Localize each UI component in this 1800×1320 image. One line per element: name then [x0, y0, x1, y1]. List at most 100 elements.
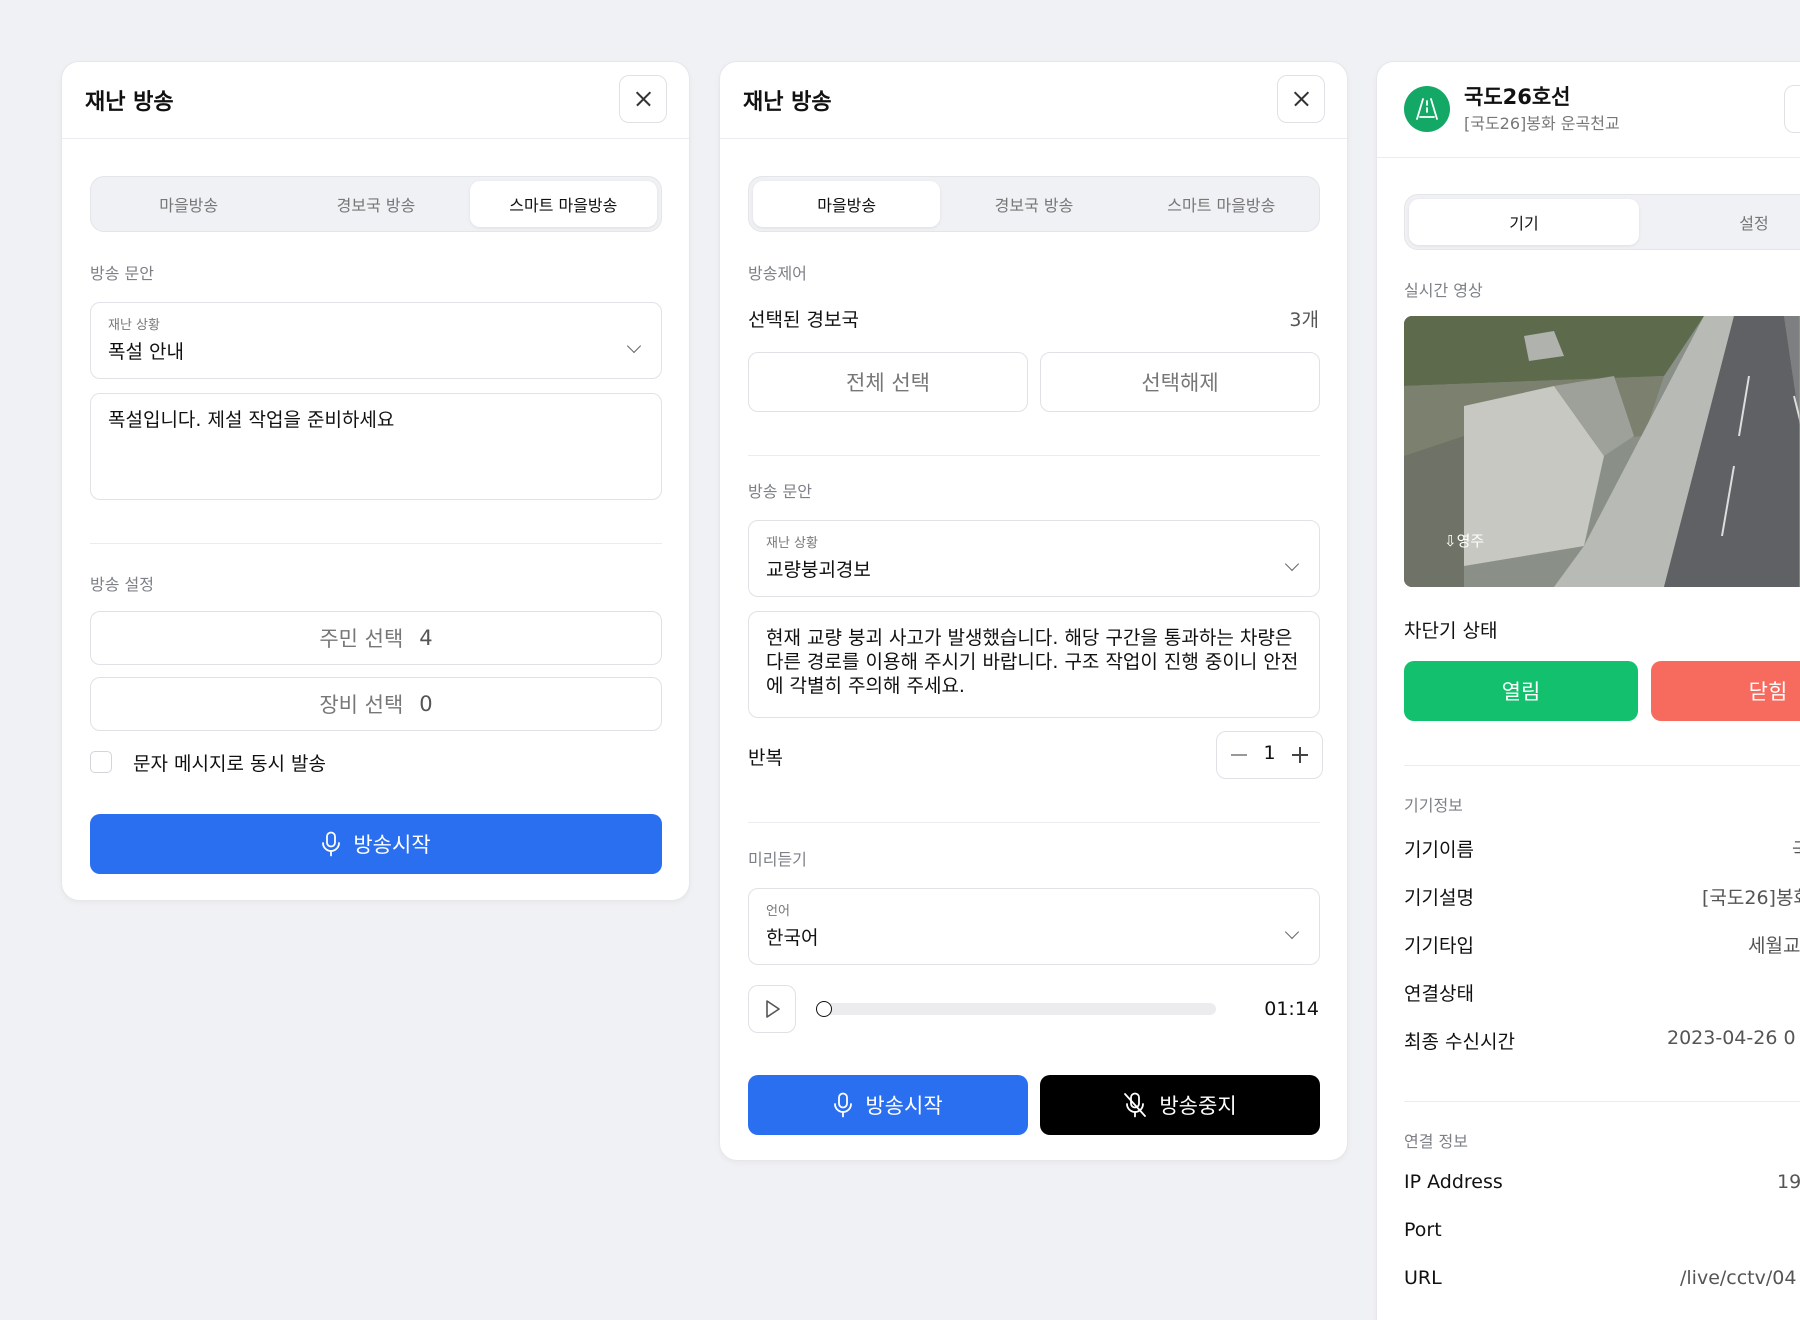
audio-duration: 01:14	[1264, 998, 1319, 1020]
tab-smart-village[interactable]: 스마트 마을방송	[1128, 181, 1315, 227]
language-select-label: 언어	[766, 904, 790, 919]
message-text: 현재 교량 붕괴 사고가 발생했습니다. 해당 구간을 통과하는 차량은 다른 …	[766, 627, 1299, 697]
resident-select-button[interactable]: 주민 선택 4	[90, 611, 662, 665]
stop-broadcast-label: 방송중지	[1159, 1094, 1237, 1118]
resident-select-label: 주민 선택	[319, 627, 404, 651]
panel-title: 재난 방송	[743, 90, 832, 115]
message-textarea[interactable]: 현재 교량 붕괴 사고가 발생했습니다. 해당 구간을 통과하는 차량은 다른 …	[748, 611, 1320, 718]
tab-smart-village[interactable]: 스마트 마을방송	[469, 181, 657, 227]
divider	[1404, 1101, 1800, 1102]
panel-header: 재난 방송	[62, 62, 689, 139]
ip-address-label: IP Address	[1404, 1171, 1503, 1193]
device-type-value: 세월교차	[1748, 935, 1800, 957]
ip-address-value: 192.1	[1777, 1171, 1800, 1193]
device-name-label: 기기이름	[1404, 839, 1474, 861]
broadcast-panel-smart: 재난 방송 마을방송 경보국 방송 스마트 마을방송 방송 문안 재난 상황 폭…	[61, 61, 690, 901]
section-label-settings: 방송 설정	[90, 575, 154, 594]
resident-count: 4	[419, 626, 433, 650]
device-type-label: 기기타입	[1404, 935, 1474, 957]
play-button[interactable]	[748, 985, 796, 1033]
start-broadcast-button[interactable]: 방송시작	[748, 1075, 1028, 1135]
divider	[748, 455, 1320, 456]
device-name-value: 국	[1792, 835, 1800, 862]
divider	[1404, 765, 1800, 766]
broadcast-panel-village: 재난 방송 마을방송 경보국 방송 스마트 마을방송 방송제어 선택된 경보국 …	[719, 61, 1348, 1161]
chevron-down-icon	[1284, 556, 1300, 572]
disaster-select-value: 폭설 안내	[108, 341, 184, 363]
disaster-select-label: 재난 상황	[766, 536, 818, 551]
device-tabs: 기기 설정	[1404, 194, 1800, 250]
tab-settings[interactable]: 설정	[1639, 199, 1800, 245]
repeat-label: 반복	[748, 747, 783, 769]
port-label: Port	[1404, 1219, 1442, 1241]
tab-village[interactable]: 마을방송	[753, 181, 941, 227]
disaster-select[interactable]: 재난 상황 교량붕괴경보	[748, 520, 1320, 597]
section-label-video: 실시간 영상	[1404, 281, 1483, 300]
panel-header: 재난 방송	[720, 62, 1347, 139]
tab-village[interactable]: 마을방송	[95, 181, 282, 227]
tab-alert-station[interactable]: 경보국 방송	[282, 181, 469, 227]
section-label-device: 기기정보	[1404, 796, 1463, 815]
start-broadcast-button[interactable]: 방송시작	[90, 814, 662, 874]
device-desc-label: 기기설명	[1404, 887, 1474, 909]
disaster-select-value: 교량붕괴경보	[766, 559, 871, 581]
panel-header: 국도26호선 [국도26]봉화 운곡천교	[1377, 62, 1800, 158]
broadcast-type-tabs: 마을방송 경보국 방송 스마트 마을방송	[748, 176, 1320, 232]
device-count: 0	[419, 692, 433, 716]
play-icon	[766, 1000, 780, 1018]
divider	[90, 543, 662, 544]
audio-progress-thumb[interactable]	[816, 1001, 832, 1017]
last-received-label: 최종 수신시간	[1404, 1031, 1515, 1053]
device-desc-value: [국도26]봉화	[1702, 887, 1800, 909]
tab-device[interactable]: 기기	[1409, 199, 1639, 245]
device-detail-panel: 국도26호선 [국도26]봉화 운곡천교 기기 설정 실시간 영상 ⇩영주 차단…	[1376, 61, 1800, 1320]
live-video[interactable]: ⇩영주	[1404, 316, 1800, 587]
microphone-icon	[322, 831, 341, 857]
broadcast-type-tabs: 마을방송 경보국 방송 스마트 마을방송	[90, 176, 662, 232]
url-label: URL	[1404, 1267, 1442, 1289]
video-overlay-text: ⇩영주	[1444, 532, 1485, 550]
connection-status-label: 연결상태	[1404, 983, 1474, 1005]
message-text: 폭설입니다. 제설 작업을 준비하세요	[108, 409, 395, 431]
repeat-stepper[interactable]: 1	[1216, 731, 1323, 779]
tab-alert-station[interactable]: 경보국 방송	[940, 181, 1127, 227]
device-select-button[interactable]: 장비 선택 0	[90, 677, 662, 731]
selected-stations-label: 선택된 경보국	[748, 309, 859, 331]
barrier-status-label: 차단기 상태	[1404, 620, 1498, 642]
sms-checkbox-label: 문자 메시지로 동시 발송	[133, 753, 326, 775]
last-received-value: 2023-04-26 0	[1667, 1027, 1796, 1049]
microphone-icon	[834, 1092, 853, 1118]
plus-icon[interactable]	[1292, 747, 1308, 763]
road-icon	[1416, 98, 1438, 120]
barrier-open-button[interactable]: 열림	[1404, 661, 1638, 721]
divider	[748, 822, 1320, 823]
close-icon[interactable]	[619, 75, 667, 123]
chevron-down-icon	[1284, 924, 1300, 940]
start-broadcast-label: 방송시작	[865, 1094, 943, 1118]
device-select-label: 장비 선택	[319, 693, 404, 717]
stop-broadcast-button[interactable]: 방송중지	[1040, 1075, 1320, 1135]
audio-progress-track[interactable]	[816, 1003, 1216, 1015]
close-icon[interactable]	[1277, 75, 1325, 123]
panel-title: 재난 방송	[85, 90, 174, 115]
more-options-button[interactable]	[1784, 85, 1800, 133]
barrier-close-button[interactable]: 닫힘	[1651, 661, 1800, 721]
deselect-button[interactable]: 선택해제	[1040, 352, 1320, 412]
language-select[interactable]: 언어 한국어	[748, 888, 1320, 965]
section-label-text: 방송 문안	[748, 482, 812, 501]
section-label-connection: 연결 정보	[1404, 1132, 1468, 1151]
select-all-button[interactable]: 전체 선택	[748, 352, 1028, 412]
section-label-preview: 미리듣기	[748, 850, 807, 869]
language-select-value: 한국어	[766, 927, 819, 949]
disaster-select-label: 재난 상황	[108, 318, 160, 333]
device-title: 국도26호선	[1464, 85, 1571, 109]
url-value: /live/cctv/04	[1680, 1267, 1797, 1289]
start-broadcast-label: 방송시작	[353, 833, 431, 857]
device-subtitle: [국도26]봉화 운곡천교	[1464, 114, 1620, 133]
message-textarea[interactable]: 폭설입니다. 제설 작업을 준비하세요	[90, 393, 662, 500]
section-label-text: 방송 문안	[90, 264, 154, 283]
microphone-off-icon	[1124, 1092, 1147, 1118]
chevron-down-icon	[626, 338, 642, 354]
disaster-select[interactable]: 재난 상황 폭설 안내	[90, 302, 662, 379]
sms-checkbox[interactable]	[90, 751, 112, 773]
